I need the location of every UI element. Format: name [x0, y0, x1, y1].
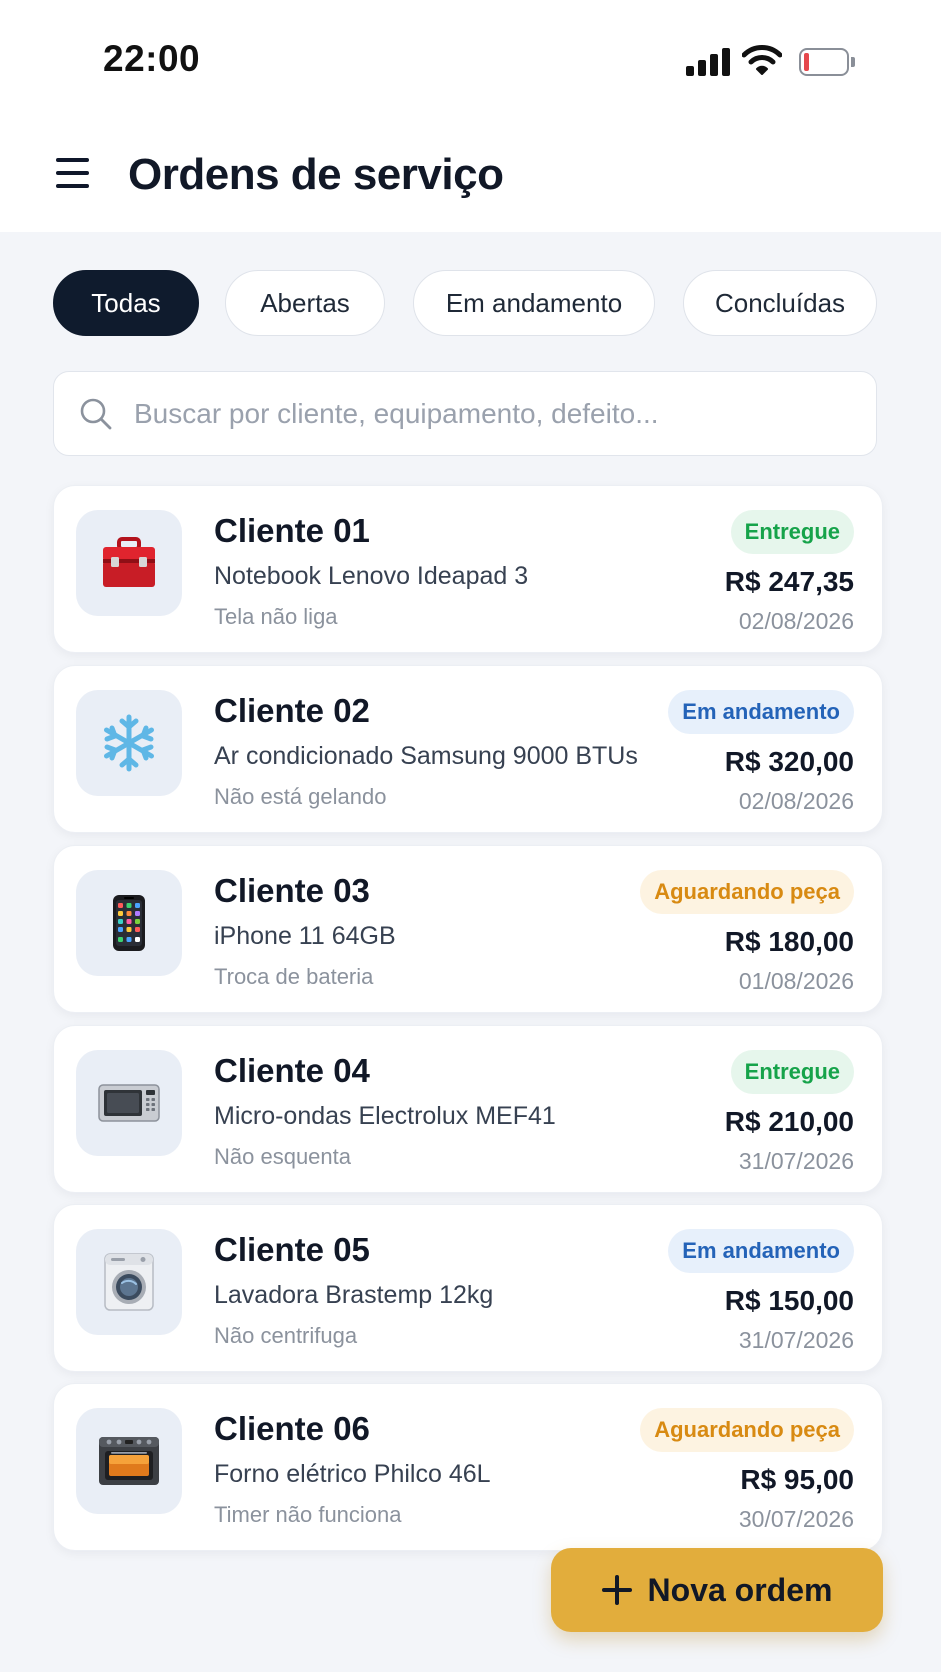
cellular-signal-icon: [686, 48, 730, 76]
filter-chip-concluidas[interactable]: Concluídas: [683, 270, 877, 336]
order-card[interactable]: Cliente 01 Notebook Lenovo Ideapad 3 Tel…: [53, 485, 883, 653]
search-input[interactable]: [134, 386, 854, 442]
device-thumbnail: [76, 510, 182, 616]
device-thumbnail: [76, 1408, 182, 1514]
battery-icon: [799, 48, 855, 76]
filter-chip-em-andamento[interactable]: Em andamento: [413, 270, 655, 336]
device-thumbnail: [76, 690, 182, 796]
plus-icon: [601, 1575, 632, 1605]
search-bar: [53, 371, 877, 456]
order-card[interactable]: Cliente 02 Ar condicionado Samsung 9000 …: [53, 665, 883, 833]
filter-chips: Todas Abertas Em andamento Concluídas: [53, 270, 889, 336]
status-badge: Em andamento: [668, 1229, 854, 1273]
status-badge: Em andamento: [668, 690, 854, 734]
toolbox-icon: [103, 537, 155, 587]
device-name: Lavadora Brastemp 12kg: [214, 1281, 494, 1309]
device-name: iPhone 11 64GB: [214, 922, 396, 950]
new-order-label: Nova ordem: [647, 1571, 833, 1608]
client-name: Cliente 06: [214, 1410, 370, 1447]
order-price: R$ 320,00: [724, 746, 854, 777]
client-name: Cliente 03: [214, 872, 370, 909]
order-price: R$ 247,35: [724, 566, 854, 597]
client-name: Cliente 04: [214, 1052, 370, 1089]
microwave-icon: [98, 1084, 160, 1122]
status-badge: Entregue: [730, 510, 854, 554]
order-price: R$ 150,00: [724, 1285, 854, 1316]
order-price: R$ 180,00: [724, 926, 854, 957]
filter-chip-todas[interactable]: Todas: [53, 270, 199, 336]
order-price: R$ 210,00: [724, 1106, 854, 1137]
client-name: Cliente 01: [214, 512, 370, 549]
order-date: 02/08/2026: [738, 608, 854, 634]
new-order-button[interactable]: Nova ordem: [551, 1548, 883, 1632]
status-badge: Entregue: [730, 1050, 854, 1094]
device-name: Micro-ondas Electrolux MEF41: [214, 1102, 556, 1130]
issue-description: Não esquenta: [214, 1144, 351, 1169]
order-card[interactable]: Cliente 05 Lavadora Brastemp 12kg Não ce…: [53, 1204, 883, 1372]
smartphone-icon: [113, 895, 145, 951]
order-price: R$ 95,00: [740, 1464, 854, 1495]
device-thumbnail: [76, 1229, 182, 1335]
order-card[interactable]: Cliente 06 Forno elétrico Philco 46L Tim…: [53, 1383, 883, 1551]
status-bar: 22:00: [0, 0, 941, 120]
order-card[interactable]: Cliente 03 iPhone 11 64GB Troca de bater…: [53, 845, 883, 1013]
device-thumbnail: [76, 870, 182, 976]
page-title: Ordens de serviço: [128, 150, 504, 199]
status-time: 22:00: [103, 38, 201, 79]
issue-description: Não está gelando: [214, 784, 387, 809]
menu-button[interactable]: [50, 150, 96, 196]
order-date: 02/08/2026: [738, 788, 854, 814]
washing-machine-icon: [104, 1253, 154, 1311]
oven-icon: [99, 1437, 159, 1485]
filter-chip-abertas[interactable]: Abertas: [225, 270, 385, 336]
client-name: Cliente 05: [214, 1231, 370, 1268]
issue-description: Não centrifuga: [214, 1323, 358, 1348]
order-date: 30/07/2026: [738, 1506, 854, 1532]
device-name: Forno elétrico Philco 46L: [214, 1460, 491, 1488]
issue-description: Tela não liga: [214, 604, 338, 629]
status-badge: Aguardando peça: [640, 1408, 854, 1452]
order-date: 31/07/2026: [738, 1148, 854, 1174]
client-name: Cliente 02: [214, 692, 370, 729]
order-date: 01/08/2026: [738, 968, 854, 994]
status-badge: Aguardando peça: [640, 870, 854, 914]
search-icon: [80, 398, 112, 430]
device-name: Notebook Lenovo Ideapad 3: [214, 562, 529, 590]
wifi-icon: [742, 45, 782, 75]
order-date: 31/07/2026: [738, 1327, 854, 1353]
device-name: Ar condicionado Samsung 9000 BTUs: [214, 742, 638, 770]
order-card[interactable]: Cliente 04 Micro-ondas Electrolux MEF41 …: [53, 1025, 883, 1193]
issue-description: Troca de bateria: [214, 964, 374, 989]
device-thumbnail: [76, 1050, 182, 1156]
snowflake-icon: [104, 714, 154, 772]
app-header: Ordens de serviço: [0, 130, 941, 220]
issue-description: Timer não funciona: [214, 1502, 402, 1527]
